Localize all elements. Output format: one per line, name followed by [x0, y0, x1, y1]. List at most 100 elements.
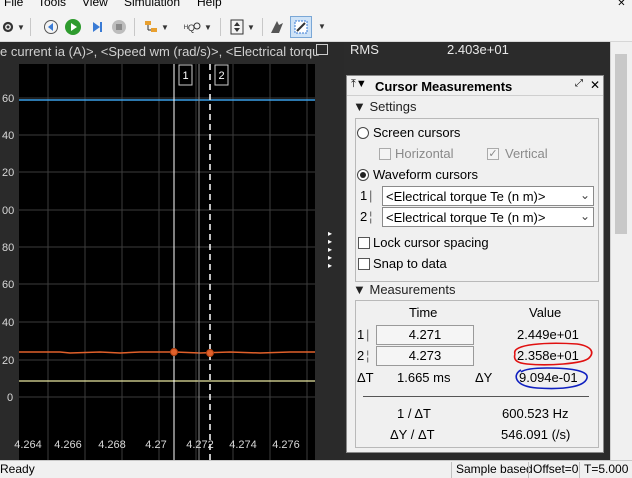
value-header: Value: [529, 305, 562, 320]
edit-icon[interactable]: [290, 16, 312, 38]
inverse-delta-t-value: 600.523 Hz: [502, 406, 569, 421]
cursor-2-signal-value: <Electrical torque Te (n m)>: [386, 210, 546, 225]
settings-section-toggle[interactable]: ▼ Settings: [353, 99, 416, 114]
waveform-cursors-label: Waveform cursors: [373, 167, 478, 182]
panel-expand-arrows[interactable]: ▸ ▸ ▸ ▸ ▸: [328, 230, 338, 270]
horizontal-checkbox[interactable]: [379, 148, 391, 160]
pin-icon[interactable]: ⤒▼: [351, 78, 367, 91]
step-forward-icon[interactable]: [86, 16, 108, 38]
slope-value: 546.091 (/s): [501, 427, 571, 442]
y-tick: 40: [2, 130, 14, 142]
status-text: Ready: [0, 462, 35, 476]
collapse-icon: ▼: [353, 99, 370, 114]
menu-simulation[interactable]: Simulation: [124, 0, 180, 9]
x-tick: 4.274: [229, 439, 257, 451]
cursor-2-label: 2: [218, 70, 224, 82]
delta-t-value: 1.665 ms: [397, 370, 451, 385]
stop-icon[interactable]: [108, 16, 130, 38]
cursor-1-time-field[interactable]: 4.271: [376, 325, 474, 345]
plot-canvas[interactable]: 1 2 60 40 20 00 80 60 40 20 0 4.264 4.26…: [0, 42, 344, 460]
solid-line-icon: |: [366, 327, 370, 342]
menu-view[interactable]: View: [82, 0, 108, 9]
inverse-delta-t-label: 1 / ΔT: [397, 406, 431, 421]
solid-line-icon: |: [369, 188, 373, 203]
offset-indicator: Offset=0: [528, 462, 582, 478]
cursor-2-signal-select[interactable]: <Electrical torque Te (n m)> ⌄: [382, 207, 594, 227]
screen-cursors-label: Screen cursors: [373, 125, 461, 140]
y-tick: 60: [2, 279, 14, 291]
cursor-1-signal-select[interactable]: <Electrical torque Te (n m)> ⌄: [382, 186, 594, 206]
x-tick: 4.27: [145, 439, 166, 451]
time-indicator: T=5.000: [579, 462, 632, 478]
lock-cursor-spacing-label: Lock cursor spacing: [373, 235, 489, 250]
collapse-icon: ▼: [353, 282, 370, 297]
y-tick: 0: [7, 392, 13, 404]
x-tick: 4.268: [98, 439, 126, 451]
x-tick: 4.272: [186, 439, 214, 451]
settings-icon[interactable]: ▼: [0, 16, 26, 38]
menu-bar: File Tools View Simulation Help: [0, 0, 632, 10]
menu-help[interactable]: Help: [197, 0, 222, 9]
chevron-down-icon: ⌄: [579, 188, 590, 202]
status-bar: Ready Sample based Offset=0 T=5.000: [0, 460, 632, 478]
annotation-marks: [513, 342, 593, 390]
y-tick: 60: [2, 93, 14, 105]
svg-text:ᴴQ: ᴴQ: [184, 23, 195, 33]
delta-t-label: ΔT: [357, 370, 374, 385]
lock-cursor-spacing-checkbox[interactable]: [358, 237, 370, 249]
row-2-index: 2: [357, 348, 365, 363]
snap-to-data-checkbox[interactable]: [358, 258, 370, 270]
cursor-1-index: 1: [360, 188, 368, 203]
undock-panel-icon[interactable]: ⤢: [575, 78, 583, 89]
vertical-label: Vertical: [505, 146, 548, 161]
horizontal-label: Horizontal: [395, 146, 454, 161]
toolbar: ▼ ▼ ᴴQ ▼ ▼ ▼: [0, 10, 632, 42]
x-tick: 4.276: [272, 439, 300, 451]
slope-label: ΔY / ΔT: [390, 427, 435, 442]
delta-y-label: ΔY: [475, 370, 493, 385]
y-tick: 20: [2, 355, 14, 367]
cursor-1-marker: [170, 348, 178, 356]
dashed-line-icon: ¦: [366, 348, 370, 363]
close-icon[interactable]: ✕: [611, 0, 632, 10]
y-tick: 80: [2, 242, 14, 254]
rms-value: 2.403e+01: [447, 42, 509, 57]
zoom-icon[interactable]: ᴴQ ▼: [182, 16, 214, 38]
waveform-cursors-radio[interactable]: [357, 169, 369, 181]
measurements-label: Measurements: [369, 282, 456, 297]
row-1-index: 1: [357, 327, 365, 342]
run-icon[interactable]: [62, 16, 84, 38]
cursor-measurements-title: Cursor Measurements: [375, 79, 513, 94]
x-tick: 4.266: [54, 439, 82, 451]
scrollbar-thumb[interactable]: [615, 54, 627, 234]
step-back-icon[interactable]: [40, 16, 62, 38]
cursor-measure-icon[interactable]: [266, 16, 288, 38]
scale-axes-icon[interactable]: ▼: [226, 16, 258, 38]
cursor-1-signal-value: <Electrical torque Te (n m)>: [386, 189, 546, 204]
close-panel-icon[interactable]: ✕: [590, 78, 600, 92]
snap-to-data-label: Snap to data: [373, 256, 447, 271]
measurements-section-toggle[interactable]: ▼ Measurements: [353, 282, 455, 297]
sample-mode-indicator: Sample based: [451, 462, 537, 478]
vertical-scrollbar[interactable]: [610, 42, 630, 460]
cursor-measurements-header: ⤒▼ Cursor Measurements ⤢ ✕: [347, 76, 603, 96]
menu-file[interactable]: File: [4, 0, 23, 9]
cursor-2-time-field[interactable]: 4.273: [376, 346, 474, 366]
chevron-down-icon: ⌄: [579, 209, 590, 223]
vertical-checkbox[interactable]: ✓: [487, 148, 499, 160]
menu-tools[interactable]: Tools: [38, 0, 66, 9]
settings-label: Settings: [369, 99, 417, 114]
cursor-measurements-panel: ⤒▼ Cursor Measurements ⤢ ✕ ▼ Settings Sc…: [346, 75, 604, 453]
cursor-1-label: 1: [182, 70, 188, 82]
x-tick: 4.264: [14, 439, 42, 451]
highlight-icon[interactable]: ▼: [140, 16, 172, 38]
screen-cursors-radio[interactable]: [357, 127, 369, 139]
divider: [363, 396, 589, 397]
time-header: Time: [409, 305, 438, 320]
dashed-line-icon: ¦: [369, 209, 373, 224]
rms-label: RMS: [350, 42, 379, 57]
y-tick: 40: [2, 317, 14, 329]
cursor-2-marker: [206, 349, 214, 357]
y-tick: 00: [2, 205, 14, 217]
y-tick: 20: [2, 167, 14, 179]
